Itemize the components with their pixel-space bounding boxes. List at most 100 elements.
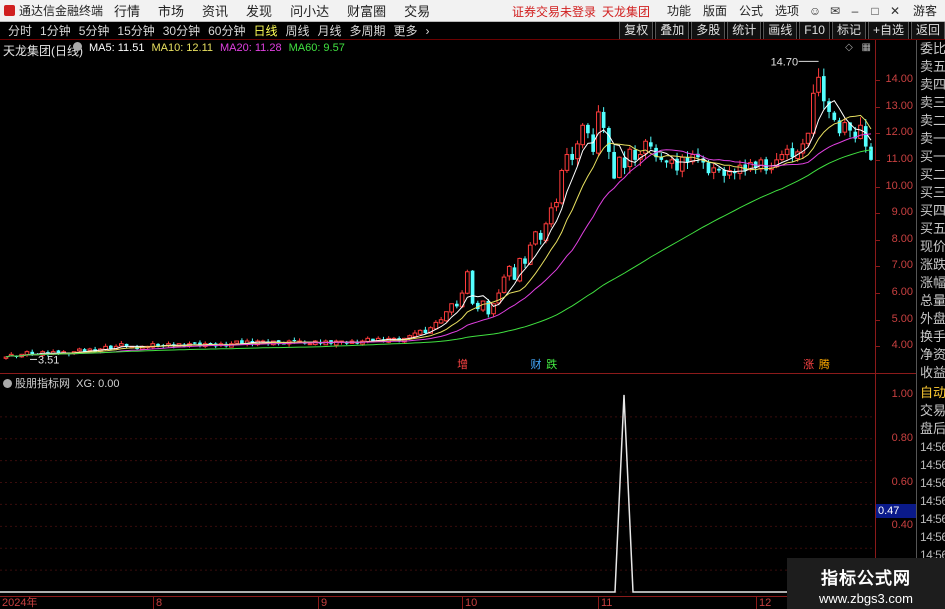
login-status: 证券交易未登录 天龙集团 [512,3,650,20]
side-item[interactable]: 现价 [917,238,945,256]
indicator-svg[interactable] [0,374,875,596]
settings-icon[interactable]: ▦ [862,42,871,53]
period-more[interactable]: 更多 [390,22,422,39]
side-item[interactable]: 买二 [917,166,945,184]
mail-icon[interactable]: ✉ [825,4,845,18]
candle-body [580,124,586,146]
trade-login-status[interactable]: 证券交易未登录 [512,5,596,19]
kline-svg[interactable]: 14.70 3.51 增 财跌 涨腾 [0,40,875,373]
candle-body [627,148,633,168]
period-fenshi[interactable]: 分时 [4,22,36,39]
tool-fanhui[interactable]: 返回 [910,22,945,39]
side-item[interactable]: 14:56 [917,474,945,492]
side-item[interactable]: 卖二 [917,112,945,130]
menu-gongshi[interactable]: 公式 [733,2,769,19]
period-15min[interactable]: 15分钟 [113,22,158,39]
side-item[interactable]: 总量 [917,292,945,310]
period-5min[interactable]: 5分钟 [75,22,114,39]
tool-f10[interactable]: F10 [799,22,830,39]
side-item[interactable]: 盘后 [917,420,945,438]
indicator-chart[interactable]: 股朋指标网 XG: 0.00 [0,374,875,596]
chart-corner-icons: ◇ ▦ [839,42,871,53]
date-label: 8 [153,597,162,609]
side-item[interactable]: 买三 [917,184,945,202]
side-item[interactable]: 14:56 [917,456,945,474]
period-daily[interactable]: 日线 [249,22,281,39]
kline-chart[interactable]: 14.70 3.51 增 财跌 涨腾 天龙集团(日线) MA5: 11.51 MA10:… [0,40,875,373]
diamond-icon[interactable]: ◇ [845,42,853,53]
price-tick-mark [876,213,880,215]
candle-body [790,148,795,158]
tool-diejia[interactable]: 叠加 [655,22,690,39]
tool-biaoji[interactable]: 标记 [831,22,866,39]
side-item[interactable]: 涨跌 [917,256,945,274]
side-item[interactable]: 收益 [917,364,945,382]
side-item[interactable]: 自动 [917,384,945,402]
side-item[interactable]: 卖四 [917,76,945,94]
menu-caifuquan[interactable]: 财富圈 [338,1,395,20]
period-toolbar: 分时 1分钟 5分钟 15分钟 30分钟 60分钟 日线 周线 月线 多周期 更… [0,22,945,40]
period-weekly[interactable]: 周线 [281,22,313,39]
menu-wenxiaoda[interactable]: 问小达 [281,1,338,20]
side-item[interactable]: 涨幅 [917,274,945,292]
event-label[interactable]: 涨 [803,358,814,371]
event-label[interactable]: 财 [530,357,541,371]
side-item[interactable]: 14:56 [917,528,945,546]
menu-shichang[interactable]: 市场 [149,1,193,20]
candle-body [438,319,444,324]
event-label[interactable]: 增 [457,357,468,371]
side-item[interactable]: 卖五 [917,58,945,76]
period-30min[interactable]: 30分钟 [159,22,204,39]
period-60min[interactable]: 60分钟 [204,22,249,39]
menu-zixun[interactable]: 资讯 [193,1,237,20]
side-item[interactable]: 买五 [917,220,945,238]
menu-faxian[interactable]: 发现 [237,1,281,20]
side-item[interactable]: 外盘 [917,310,945,328]
side-item[interactable]: 换手 [917,328,945,346]
period-multi[interactable]: 多周期 [346,22,390,39]
tool-huaxian[interactable]: 画线 [763,22,798,39]
tool-tongji[interactable]: 统计 [727,22,762,39]
tool-duogu[interactable]: 多股 [691,22,726,39]
side-item[interactable]: 14:56 [917,438,945,456]
event-label[interactable]: 跌 [546,357,557,371]
close-icon[interactable]: ✕ [885,4,905,18]
menu-xuanxiang[interactable]: 选项 [769,2,805,19]
side-item[interactable]: 交易 [917,402,945,420]
user-icon[interactable]: ☺ [805,4,825,18]
date-label: 9 [318,597,327,609]
price-tick-mark [876,266,880,268]
candle-body [192,342,197,344]
guest-label[interactable]: 游客 [905,2,945,19]
side-item[interactable]: 卖一 [917,130,945,148]
side-item[interactable]: 买一 [917,148,945,166]
side-item[interactable]: 14:56 [917,510,945,528]
price-tick: 10.00 [885,179,913,192]
ma-dot-icon[interactable] [3,379,12,388]
date-label: 11 [598,597,612,609]
menu-banmian[interactable]: 版面 [697,2,733,19]
minimize-icon[interactable]: – [845,4,865,18]
tool-zixuan[interactable]: +自选 [867,22,909,39]
candle-body [3,356,9,359]
side-item[interactable]: 委比 [917,40,945,58]
menu-jiaoyi[interactable]: 交易 [395,1,439,20]
period-monthly[interactable]: 月线 [314,22,346,39]
restore-icon[interactable]: □ [865,4,885,18]
period-1min[interactable]: 1分钟 [36,22,75,39]
side-item[interactable]: 卖三 [917,94,945,112]
app-name: 通达信金融终端 [19,4,104,18]
candle-body [292,340,297,342]
price-tick-mark [876,293,880,295]
tool-fuquan[interactable]: 复权 [619,22,654,39]
menu-hangqing[interactable]: 行情 [105,1,149,20]
side-item[interactable]: 14:56 [917,492,945,510]
menu-gongneng[interactable]: 功能 [661,2,697,19]
price-tick-mark [876,186,880,188]
chevron-right-icon[interactable]: › [422,24,434,38]
candle-body [832,112,837,120]
event-label[interactable]: 腾 [819,357,830,371]
ma-dot-icon[interactable] [73,42,82,51]
side-item[interactable]: 净资 [917,346,945,364]
side-item[interactable]: 买四 [917,202,945,220]
